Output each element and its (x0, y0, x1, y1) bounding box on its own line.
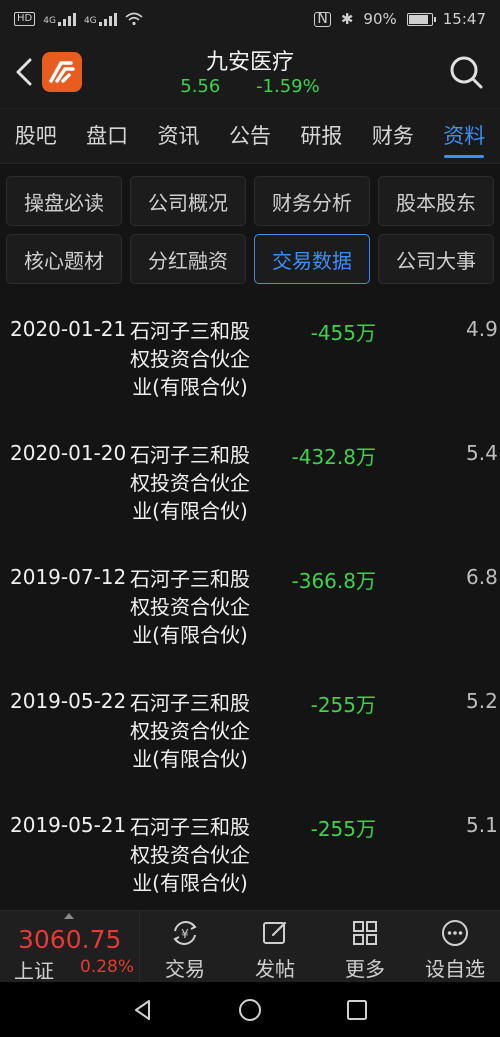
tab-news[interactable]: 资讯 (143, 108, 214, 164)
record-amount: -255万 (310, 817, 376, 841)
clock: 15:47 (442, 10, 486, 28)
stock-change: -1.59% (256, 76, 320, 97)
record-amount: -432.8万 (291, 445, 376, 469)
stock-header: 九安医疗 5.56 -1.59% (0, 38, 500, 108)
network-type-1: 4G (43, 16, 56, 26)
home-circle-icon[interactable] (237, 997, 263, 1023)
trade-button[interactable]: ¥ 交易 (140, 911, 230, 982)
record-extra: 4.9 (466, 317, 498, 341)
more-dots-icon (442, 920, 468, 946)
record-amount: -255万 (310, 693, 376, 717)
index-name: 上证 (14, 959, 54, 983)
profile-subtabs: 操盘必读 公司概况 财务分析 股本股东 核心题材 分红融资 交易数据 公司大事 (6, 176, 496, 284)
market-index[interactable]: 3060.75 上证 0.28% (0, 911, 140, 983)
subtab-core-themes[interactable]: 核心题材 (6, 234, 122, 284)
record-date: 2019-05-21 (10, 813, 127, 837)
subtab-company-events[interactable]: 公司大事 (378, 234, 494, 284)
system-navigation-bar (0, 982, 500, 1037)
trading-records-list[interactable]: 2020-01-21 石河子三和股权投资合伙企业(有限合伙) -455万 4.9… (0, 305, 500, 910)
subtab-trading-must-read[interactable]: 操盘必读 (6, 176, 122, 226)
add-watchlist-button[interactable]: 设自选 (410, 911, 500, 982)
bottom-toolbar: 3060.75 上证 0.28% ¥ 交易 发帖 更多 设自选 (0, 910, 500, 983)
tab-announcements[interactable]: 公告 (214, 108, 285, 164)
index-percent: 0.28% (80, 957, 135, 977)
more-label: 更多 (345, 957, 385, 981)
subtab-company-overview[interactable]: 公司概况 (130, 176, 246, 226)
signal-icon-2: 4G (84, 12, 117, 26)
record-date: 2019-05-22 (10, 689, 127, 713)
nfc-icon: N (314, 11, 331, 27)
list-item: 2019-07-12 石河子三和股权投资合伙企业(有限合伙) -366.8万 6… (0, 553, 500, 677)
signal-icon: 4G (43, 12, 76, 26)
record-amount: -366.8万 (291, 569, 376, 593)
subtab-trading-data[interactable]: 交易数据 (254, 234, 370, 284)
status-bar: HD 4G 4G N ✱ 90% 15:47 (0, 0, 500, 38)
record-date: 2020-01-21 (10, 317, 127, 341)
post-label: 发帖 (255, 957, 295, 981)
record-holder: 石河子三和股权投资合伙企业(有限合伙) (130, 567, 250, 647)
record-holder: 石河子三和股权投资合伙企业(有限合伙) (130, 691, 250, 771)
edit-icon (263, 921, 287, 944)
caret-up-icon (64, 913, 74, 919)
tab-guba[interactable]: 股吧 (0, 108, 71, 164)
stock-price: 5.56 (180, 76, 221, 97)
post-button[interactable]: 发帖 (230, 911, 320, 982)
back-triangle-icon[interactable] (130, 997, 156, 1023)
index-value: 3060.75 (18, 925, 122, 954)
list-item: 2020-01-21 石河子三和股权投资合伙企业(有限合伙) -455万 4.9 (0, 305, 500, 429)
tab-profile[interactable]: 资料 (429, 108, 500, 164)
tab-pankou[interactable]: 盘口 (71, 108, 142, 164)
svg-text:¥: ¥ (181, 927, 189, 941)
network-type-2: 4G (83, 16, 97, 26)
list-item: 2020-01-20 石河子三和股权投资合伙企业(有限合伙) -432.8万 5… (0, 429, 500, 553)
more-button[interactable]: 更多 (320, 911, 410, 982)
main-tabs: 股吧 盘口 资讯 公告 研报 财务 资料 (0, 108, 500, 164)
stock-quote: 5.56 -1.59% (0, 76, 500, 97)
record-date: 2020-01-20 (10, 441, 127, 465)
grid-icon (353, 921, 377, 945)
subtab-financial-analysis[interactable]: 财务分析 (254, 176, 370, 226)
battery-icon (406, 12, 436, 26)
hd-badge: HD (14, 12, 36, 26)
tab-finance[interactable]: 财务 (357, 108, 428, 164)
search-icon[interactable] (446, 52, 486, 92)
record-holder: 石河子三和股权投资合伙企业(有限合伙) (130, 815, 250, 895)
record-amount: -455万 (310, 321, 376, 345)
subtab-shareholders[interactable]: 股本股东 (378, 176, 494, 226)
record-holder: 石河子三和股权投资合伙企业(有限合伙) (130, 443, 250, 523)
record-date: 2019-07-12 (10, 565, 127, 589)
record-holder: 石河子三和股权投资合伙企业(有限合伙) (130, 319, 250, 399)
battery-percent: 90% (363, 10, 397, 28)
bluetooth-icon: ✱ (340, 10, 354, 28)
add-watchlist-label: 设自选 (425, 957, 485, 981)
tab-research[interactable]: 研报 (286, 108, 357, 164)
stock-name: 九安医疗 (205, 50, 294, 75)
record-extra: 5.2 (466, 689, 498, 713)
trade-label: 交易 (165, 957, 205, 981)
wifi-icon (125, 12, 143, 26)
list-item: 2019-05-22 石河子三和股权投资合伙企业(有限合伙) -255万 5.2 (0, 677, 500, 801)
record-extra: 5.4 (466, 441, 498, 465)
record-extra: 5.1 (466, 813, 498, 837)
recents-square-icon[interactable] (344, 997, 370, 1023)
yuan-exchange-icon: ¥ (173, 921, 197, 945)
record-extra: 6.8 (466, 565, 498, 589)
list-item: 2019-05-21 石河子三和股权投资合伙企业(有限合伙) -255万 5.1 (0, 801, 500, 910)
subtab-dividend-financing[interactable]: 分红融资 (130, 234, 246, 284)
